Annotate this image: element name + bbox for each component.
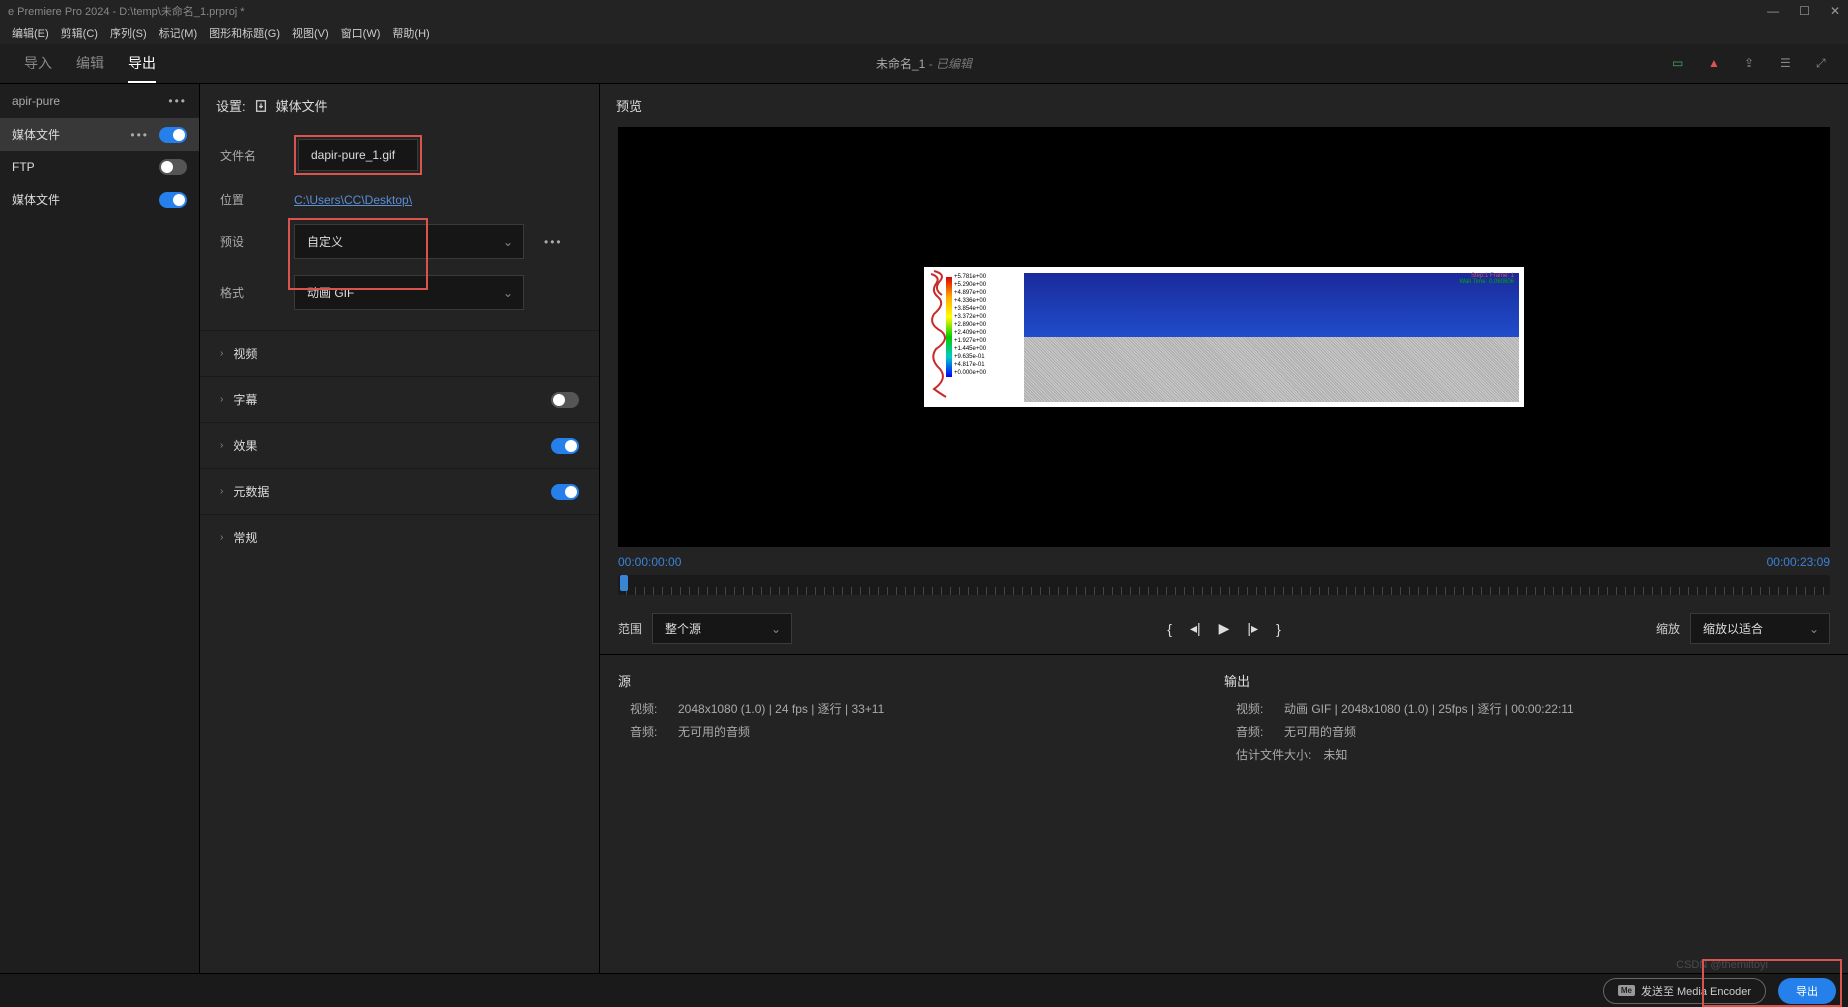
menu-marker[interactable]: 标记(M) xyxy=(155,23,202,43)
sidebar-header: apir-pure ••• xyxy=(0,84,199,118)
export-file-icon xyxy=(254,99,268,113)
project-label: 未命名_1 - 已编辑 xyxy=(876,55,972,72)
preview-frame: +5.781e+00+5.290e+00+4.897e+00+4.336e+00… xyxy=(924,267,1524,407)
chevron-down-icon: ⌄ xyxy=(1809,622,1819,636)
chevron-right-icon: › xyxy=(220,532,223,543)
playhead[interactable] xyxy=(620,575,628,591)
tab-edit[interactable]: 编辑 xyxy=(76,45,104,83)
mode-tab-row: 导入 编辑 导出 未命名_1 - 已编辑 ▭ ▲ ⇪ ☰ ⤢ xyxy=(0,44,1848,84)
filename-label: 文件名 xyxy=(220,147,282,164)
goto-end-icon[interactable]: } xyxy=(1276,621,1281,637)
section-metadata[interactable]: ›元数据 xyxy=(200,468,599,514)
step-back-icon[interactable]: ◂| xyxy=(1190,620,1201,637)
chevron-right-icon: › xyxy=(220,394,223,405)
watermark: CSDN @themiltoyi xyxy=(1676,959,1768,971)
sidebar-toggle-media-2[interactable] xyxy=(159,192,187,208)
legend-values: +5.781e+00+5.290e+00+4.897e+00+4.336e+00… xyxy=(954,273,986,377)
time-start: 00:00:00:00 xyxy=(618,555,681,569)
preset-label: 预设 xyxy=(220,233,282,250)
time-end: 00:00:23:09 xyxy=(1767,555,1830,569)
chevron-down-icon: ⌄ xyxy=(771,622,781,636)
tab-export[interactable]: 导出 xyxy=(128,45,156,83)
playback-controls: { ◂| ▶ |▸ } xyxy=(1167,620,1281,637)
location-label: 位置 xyxy=(220,191,282,208)
expand-icon[interactable]: ⤢ xyxy=(1816,56,1832,72)
format-label: 格式 xyxy=(220,284,282,301)
menu-edit[interactable]: 编辑(E) xyxy=(8,23,53,43)
section-video[interactable]: ›视频 xyxy=(200,330,599,376)
title-bar-text: e Premiere Pro 2024 - D:\temp\未命名_1.prpr… xyxy=(8,3,245,19)
format-select[interactable]: 动画 GIF ⌄ xyxy=(294,275,524,310)
section-general[interactable]: ›常规 xyxy=(200,514,599,560)
range-label: 范围 xyxy=(618,620,642,637)
window-controls: — ☐ ✕ xyxy=(1767,4,1840,18)
preset-more-icon[interactable]: ••• xyxy=(544,235,563,249)
sidebar-more-icon[interactable]: ••• xyxy=(168,94,187,108)
timeline-area: 00:00:00:00 00:00:23:09 xyxy=(600,547,1848,603)
frame-info: Step:1 Frame: 1 Wall Time: 0.060606 xyxy=(1460,273,1514,285)
menu-bar: 编辑(E) 剪辑(C) 序列(S) 标记(M) 图形和标题(G) 视图(V) 窗… xyxy=(0,22,1848,44)
output-info: 输出 视频:动画 GIF | 2048x1080 (1.0) | 25fps |… xyxy=(1224,671,1830,769)
sidebar-item-media-2[interactable]: 媒体文件 xyxy=(0,183,199,216)
filename-input[interactable] xyxy=(298,139,418,171)
section-effects[interactable]: ›效果 xyxy=(200,422,599,468)
location-link[interactable]: C:\Users\CC\Desktop\ xyxy=(294,193,412,207)
section-subtitles-toggle[interactable] xyxy=(551,392,579,408)
timeline-track[interactable] xyxy=(618,575,1830,595)
scale-label: 缩放 xyxy=(1656,620,1680,637)
bottom-bar: CSDN @themiltoyi Me 发送至 Media Encoder 导出 xyxy=(0,973,1848,1007)
menu-sequence[interactable]: 序列(S) xyxy=(106,23,151,43)
chevron-right-icon: › xyxy=(220,486,223,497)
menu-graphics[interactable]: 图形和标题(G) xyxy=(205,23,284,43)
sidebar-item-media-1[interactable]: 媒体文件 ••• xyxy=(0,118,199,151)
title-bar: e Premiere Pro 2024 - D:\temp\未命名_1.prpr… xyxy=(0,0,1848,22)
new-item-icon[interactable]: ▭ xyxy=(1672,56,1688,72)
section-effects-toggle[interactable] xyxy=(551,438,579,454)
preview-panel: 预览 +5.781e+00+5.290e+00+4.897e+00+4.336e… xyxy=(600,84,1848,973)
video-preview: +5.781e+00+5.290e+00+4.897e+00+4.336e+00… xyxy=(618,127,1830,547)
warning-icon[interactable]: ▲ xyxy=(1708,56,1724,72)
scale-select[interactable]: 缩放以适合 ⌄ xyxy=(1690,613,1830,644)
chevron-right-icon: › xyxy=(220,440,223,451)
sidebar-item-ftp[interactable]: FTP xyxy=(0,151,199,183)
tab-import[interactable]: 导入 xyxy=(24,45,52,83)
sidebar-item-more-icon[interactable]: ••• xyxy=(130,128,149,142)
play-icon[interactable]: ▶ xyxy=(1219,620,1230,637)
source-info: 源 视频:2048x1080 (1.0) | 24 fps | 逐行 | 33+… xyxy=(618,671,1224,769)
me-badge-icon: Me xyxy=(1618,985,1635,996)
maximize-icon[interactable]: ☐ xyxy=(1799,4,1810,18)
step-forward-icon[interactable]: |▸ xyxy=(1247,620,1258,637)
send-to-encoder-button[interactable]: Me 发送至 Media Encoder xyxy=(1603,978,1766,1004)
menu-window[interactable]: 窗口(W) xyxy=(337,23,385,43)
close-icon[interactable]: ✕ xyxy=(1830,4,1840,18)
section-subtitles[interactable]: ›字幕 xyxy=(200,376,599,422)
sidebar-toggle-media-1[interactable] xyxy=(159,127,187,143)
chevron-down-icon: ⌄ xyxy=(503,235,513,249)
settings-panel: 设置: 媒体文件 文件名 位置 C:\Users\CC\Desktop\ 预设 … xyxy=(200,84,600,973)
menu-view[interactable]: 视图(V) xyxy=(288,23,333,43)
menu-help[interactable]: 帮助(H) xyxy=(388,23,433,43)
info-section: 源 视频:2048x1080 (1.0) | 24 fps | 逐行 | 33+… xyxy=(600,654,1848,785)
menu-clip[interactable]: 剪辑(C) xyxy=(57,23,102,43)
chevron-down-icon: ⌄ xyxy=(503,286,513,300)
chevron-right-icon: › xyxy=(220,348,223,359)
range-select[interactable]: 整个源 ⌄ xyxy=(652,613,792,644)
export-sidebar: apir-pure ••• 媒体文件 ••• FTP 媒体文件 xyxy=(0,84,200,973)
goto-start-icon[interactable]: { xyxy=(1167,621,1172,637)
minimize-icon[interactable]: — xyxy=(1767,4,1779,18)
export-button[interactable]: 导出 xyxy=(1778,978,1836,1004)
sidebar-toggle-ftp[interactable] xyxy=(159,159,187,175)
preview-header: 预览 xyxy=(600,84,1848,127)
section-metadata-toggle[interactable] xyxy=(551,484,579,500)
preset-select[interactable]: 自定义 ⌄ xyxy=(294,224,524,259)
hamburger-icon[interactable]: ☰ xyxy=(1780,56,1796,72)
share-icon[interactable]: ⇪ xyxy=(1744,56,1760,72)
settings-header: 设置: 媒体文件 xyxy=(200,84,599,127)
